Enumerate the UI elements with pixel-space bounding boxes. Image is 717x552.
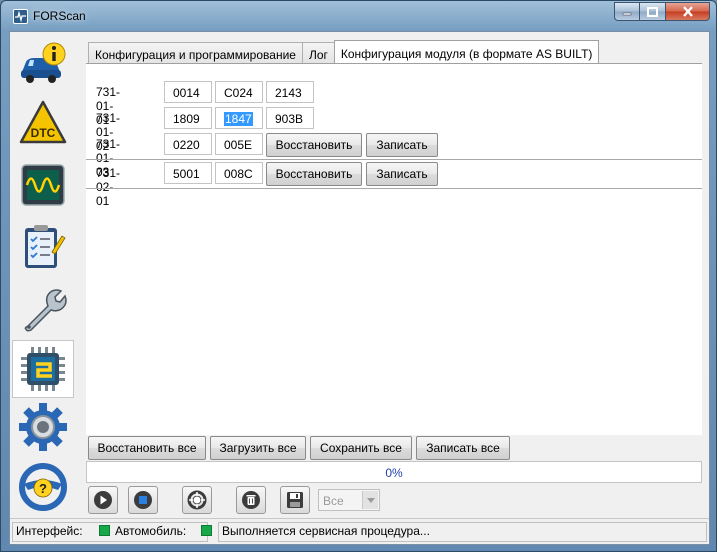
sidebar-item-oscilloscope[interactable] bbox=[12, 156, 74, 214]
value-field[interactable]: 0220 bbox=[164, 133, 212, 155]
value-field[interactable]: 903B bbox=[266, 107, 314, 129]
tab-log[interactable]: Лог bbox=[301, 42, 335, 64]
value-field[interactable]: 2143 bbox=[266, 81, 314, 103]
asbuilt-panel: 731-01-01 0014 C024 2143 731-01-02 1809 … bbox=[86, 63, 702, 435]
status-message: Выполняется сервисная процедура... bbox=[222, 524, 430, 538]
clear-button[interactable] bbox=[236, 486, 266, 514]
interface-label: Интерфейс: bbox=[16, 524, 83, 538]
selected-text: 1847 bbox=[224, 112, 253, 126]
sidebar-item-help[interactable]: ? bbox=[12, 458, 74, 516]
maximize-icon bbox=[647, 6, 658, 17]
play-icon bbox=[94, 491, 112, 509]
write-button[interactable]: Записать bbox=[366, 133, 438, 157]
save-button[interactable] bbox=[280, 486, 310, 514]
tab-asbuilt-config[interactable]: Конфигурация модуля (в формате AS BUILT) bbox=[333, 40, 600, 64]
sidebar: DTC ? bbox=[10, 32, 76, 516]
gear-icon bbox=[19, 403, 67, 451]
dtc-warning-icon: DTC bbox=[19, 100, 67, 144]
value-field[interactable]: 1809 bbox=[164, 107, 212, 129]
value-field-selected[interactable]: 1847 bbox=[215, 107, 263, 129]
tab-configuration-programming[interactable]: Конфигурация и программирование bbox=[88, 42, 303, 64]
sidebar-item-service[interactable] bbox=[12, 280, 74, 338]
sidebar-item-configuration[interactable] bbox=[12, 340, 74, 398]
progress-text: 0% bbox=[385, 466, 403, 480]
value-field[interactable]: 0014 bbox=[164, 81, 212, 103]
vehicle-status-icon bbox=[201, 525, 212, 536]
wrench-icon bbox=[24, 289, 67, 332]
filter-select[interactable]: Все bbox=[318, 489, 380, 511]
chevron-down-icon bbox=[362, 491, 378, 509]
value-field[interactable]: C024 bbox=[215, 81, 263, 103]
interface-status-icon bbox=[99, 525, 110, 536]
write-all-button[interactable]: Записать все bbox=[416, 436, 510, 460]
value-field[interactable]: 005E bbox=[215, 133, 263, 155]
restore-button[interactable]: Восстановить bbox=[266, 162, 362, 186]
run-button[interactable] bbox=[88, 486, 118, 514]
car-info-icon bbox=[21, 42, 66, 83]
oscilloscope-icon bbox=[21, 164, 65, 206]
client-area: DTC ? Конфигурация и программирование Ло… bbox=[9, 31, 710, 545]
forscan-window: FORScan DTC ? Конфигурация и программиро… bbox=[0, 0, 717, 552]
restore-button[interactable]: Восстановить bbox=[266, 133, 362, 157]
maximize-button[interactable] bbox=[640, 2, 666, 21]
minimize-button[interactable] bbox=[614, 2, 640, 21]
sidebar-item-settings[interactable] bbox=[12, 398, 74, 456]
value-field[interactable]: 5001 bbox=[164, 162, 212, 184]
tab-bar: Конфигурация и программирование Лог Конф… bbox=[88, 40, 600, 64]
help-label: ? bbox=[39, 481, 47, 496]
window-title: FORScan bbox=[33, 9, 86, 23]
sidebar-item-vehicle-info[interactable] bbox=[12, 34, 74, 92]
row-separator bbox=[86, 159, 702, 160]
dtc-label: DTC bbox=[31, 126, 56, 140]
chip-icon bbox=[21, 347, 65, 391]
restore-all-button[interactable]: Восстановить все bbox=[88, 436, 206, 460]
status-bar: Интерфейс: Автомобиль: Выполняется серви… bbox=[10, 518, 709, 544]
forscan-app-icon bbox=[13, 9, 28, 24]
checklist-icon bbox=[25, 225, 66, 268]
stop-button[interactable] bbox=[128, 486, 158, 514]
value-field[interactable]: 008C bbox=[215, 162, 263, 184]
stop-icon bbox=[134, 491, 152, 509]
save-disk-icon bbox=[287, 492, 303, 508]
lifebuoy-icon bbox=[187, 490, 207, 510]
filter-select-value: Все bbox=[323, 494, 344, 508]
title-bar: FORScan bbox=[1, 1, 716, 31]
delete-icon bbox=[242, 491, 260, 509]
minimize-icon bbox=[622, 12, 632, 15]
write-button[interactable]: Записать bbox=[366, 162, 438, 186]
close-button[interactable] bbox=[666, 2, 710, 21]
load-all-button[interactable]: Загрузить все bbox=[210, 436, 306, 460]
help-button[interactable] bbox=[182, 486, 212, 514]
row-address: 731-02-01 bbox=[96, 166, 121, 208]
close-icon bbox=[682, 6, 693, 17]
sidebar-item-tests[interactable] bbox=[12, 218, 74, 276]
progress-bar: 0% bbox=[86, 461, 702, 483]
row-separator bbox=[86, 188, 702, 189]
save-all-button[interactable]: Сохранить все bbox=[310, 436, 412, 460]
steering-help-icon: ? bbox=[19, 463, 67, 511]
sidebar-item-dtc[interactable]: DTC bbox=[12, 94, 74, 152]
vehicle-label: Автомобиль: bbox=[115, 524, 187, 538]
